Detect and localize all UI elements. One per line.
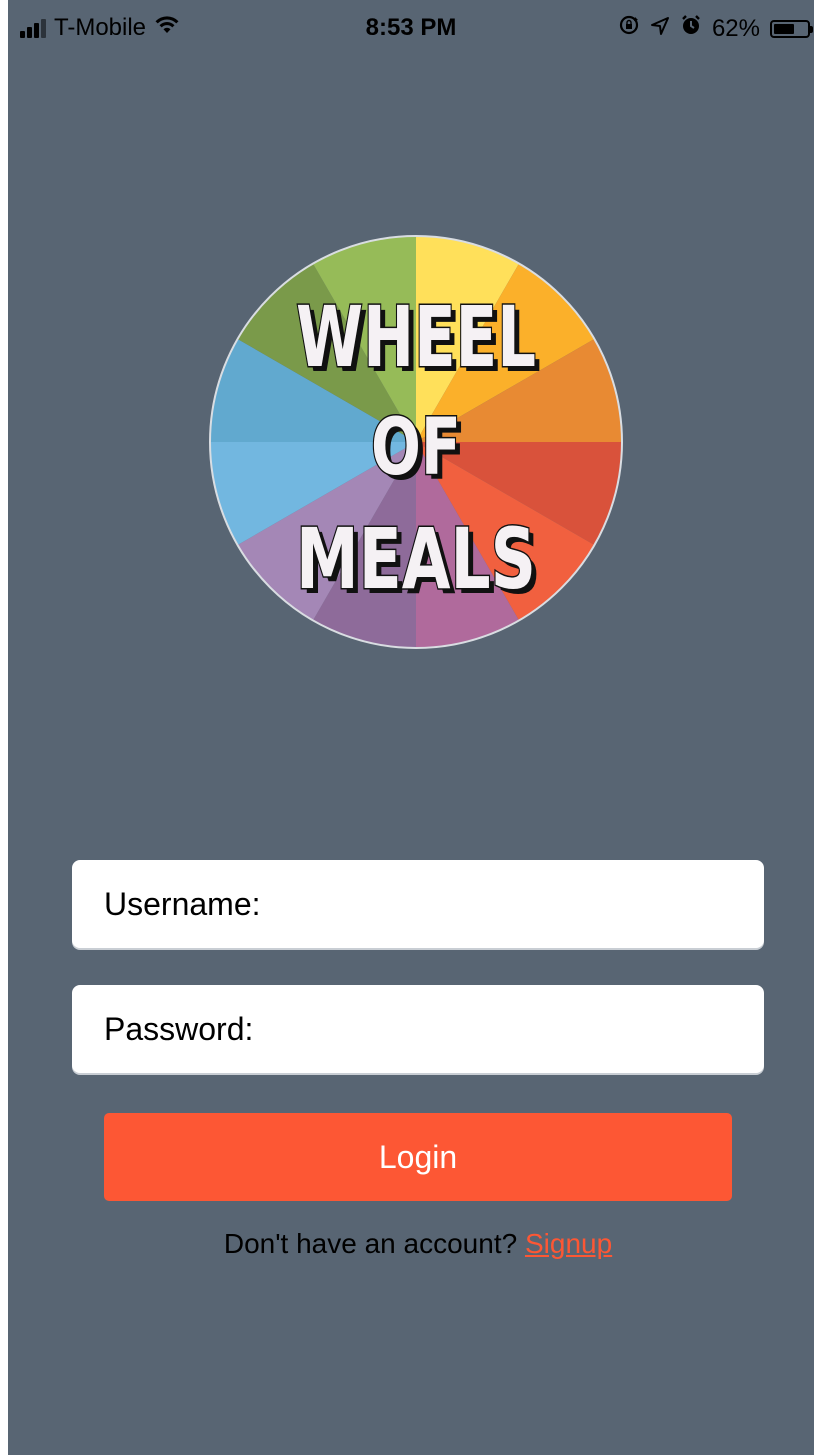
password-field[interactable] — [72, 985, 764, 1073]
signup-link[interactable]: Signup — [525, 1228, 612, 1259]
signup-prompt: Don't have an account? — [223, 1228, 518, 1259]
login-screen: T-Mobile 8:53 PM 62% WHEEL WHEEL OF OF M… — [8, 0, 814, 1455]
password-input[interactable] — [72, 985, 764, 1073]
wheel-of-meals-logo: WHEEL WHEEL OF OF MEALS MEALS — [208, 234, 624, 650]
status-right: 62% — [618, 14, 813, 43]
battery-percent: 62% — [711, 14, 760, 42]
username-input[interactable] — [72, 860, 764, 948]
logo-text-line3: MEALS — [296, 510, 536, 608]
username-field[interactable] — [72, 860, 764, 948]
logo-text-line1: WHEEL — [296, 288, 536, 386]
location-icon — [650, 15, 670, 43]
rotation-lock-icon — [618, 14, 640, 43]
logo-text-line2: OF — [371, 403, 461, 493]
signup-row: Don't have an account? Signup — [8, 1228, 814, 1260]
battery-icon — [770, 19, 813, 38]
alarm-icon — [680, 14, 702, 43]
status-bar: T-Mobile 8:53 PM 62% — [8, 0, 814, 56]
login-button[interactable]: Login — [104, 1113, 732, 1201]
